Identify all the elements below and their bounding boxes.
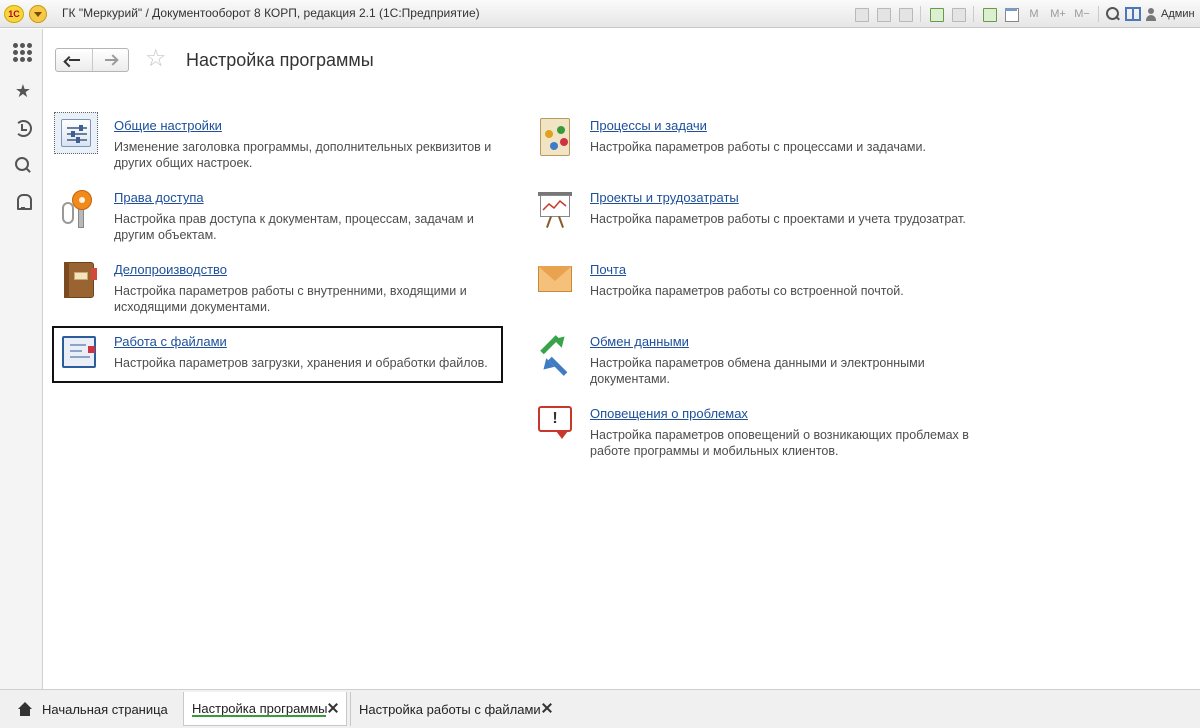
link-processes-tasks[interactable]: Процессы и задачи — [590, 118, 707, 133]
description-records-management: Настройка параметров работы с внутренним… — [114, 284, 467, 314]
link-data-exchange[interactable]: Обмен данными — [590, 334, 689, 349]
back-arrow-icon[interactable] — [56, 49, 92, 71]
add-to-favorites-star-icon[interactable]: ☆ — [145, 45, 167, 73]
process-icon[interactable] — [536, 118, 574, 158]
description-mail: Настройка параметров работы со встроенно… — [590, 284, 904, 298]
section-records-management: Делопроизводство Настройка параметров ра… — [60, 262, 520, 322]
user-name[interactable]: Админ — [1161, 8, 1195, 20]
memory-minus-button[interactable]: M− — [1072, 8, 1092, 20]
open-windows-tabbar: Начальная страница Настройка программы Н… — [0, 689, 1200, 728]
link-records-management[interactable]: Делопроизводство — [114, 262, 227, 277]
description-access-rights: Настройка прав доступа к документам, про… — [114, 212, 474, 242]
title-bar: 1С ГК "Меркурий" / Документооборот 8 КОР… — [0, 0, 1200, 28]
section-mail: Почта Настройка параметров работы со вст… — [536, 262, 1006, 322]
left-rail: ★ — [0, 29, 43, 689]
section-file-handling: Работа с файлами Настройка параметров за… — [60, 334, 520, 394]
tab-home-page[interactable]: Начальная страница — [6, 692, 179, 726]
tab-label: Настройка работы с файлами — [359, 701, 541, 717]
scan-icon[interactable] — [949, 6, 967, 22]
link-mail[interactable]: Почта — [590, 262, 626, 277]
calculator-icon[interactable] — [980, 6, 998, 22]
description-data-exchange: Настройка параметров обмена данными и эл… — [590, 356, 925, 386]
user-icon[interactable] — [1145, 7, 1157, 21]
main-menu-button[interactable] — [29, 5, 47, 23]
link-general-settings[interactable]: Общие настройки — [114, 118, 222, 133]
section-problem-alerts: ! Оповещения о проблемах Настройка парам… — [536, 406, 1006, 466]
navigation-buttons — [55, 48, 129, 72]
description-processes-tasks: Настройка параметров работы с процессами… — [590, 140, 926, 154]
calendar-icon[interactable] — [1002, 6, 1020, 22]
description-general-settings: Изменение заголовка программы, дополните… — [114, 140, 492, 170]
upload-icon[interactable] — [927, 6, 945, 22]
section-access-rights: Права доступа Настройка прав доступа к д… — [60, 190, 520, 250]
memory-button[interactable]: M — [1024, 8, 1044, 20]
link-projects-labor[interactable]: Проекты и трудозатраты — [590, 190, 739, 205]
link-access-rights[interactable]: Права доступа — [114, 190, 204, 205]
title-toolbar: M M+ M− Админ — [852, 5, 1195, 23]
description-problem-alerts: Настройка параметров оповещений о возник… — [590, 428, 969, 458]
page-title: Настройка программы — [186, 50, 374, 70]
tab-label: Начальная страница — [42, 701, 168, 717]
settings-sliders-icon[interactable] — [54, 112, 98, 154]
apps-grid-icon[interactable] — [13, 43, 33, 63]
toolbar-separator — [920, 6, 921, 22]
close-icon[interactable] — [542, 703, 552, 713]
alert-bubble-icon[interactable]: ! — [536, 406, 574, 446]
save-icon[interactable] — [852, 6, 870, 22]
section-projects-labor: Проекты и трудозатраты Настройка парамет… — [536, 190, 1006, 250]
tab-label: Настройка программы — [192, 701, 328, 716]
section-general-settings: Общие настройки Изменение заголовка прог… — [54, 112, 520, 178]
home-icon — [18, 702, 32, 716]
close-icon[interactable] — [328, 703, 338, 713]
tab-program-settings[interactable]: Настройка программы — [183, 692, 347, 726]
print-icon[interactable] — [874, 6, 892, 22]
history-icon[interactable] — [13, 118, 33, 138]
link-file-handling[interactable]: Работа с файлами — [114, 334, 227, 349]
app-logo-icon: 1С — [4, 5, 24, 23]
favorites-star-icon[interactable]: ★ — [13, 81, 33, 101]
section-data-exchange: Обмен данными Настройка параметров обмен… — [536, 332, 1006, 394]
main-content: ☆ Настройка программы Общие настройки Из… — [44, 29, 1200, 689]
window-title: ГК "Меркурий" / Документооборот 8 КОРП, … — [62, 6, 480, 20]
key-icon[interactable] — [60, 190, 98, 230]
panels-icon[interactable] — [1125, 7, 1141, 21]
search-icon[interactable] — [13, 155, 33, 175]
description-file-handling: Настройка параметров загрузки, хранения … — [114, 356, 488, 370]
book-icon[interactable] — [60, 262, 98, 302]
file-window-icon[interactable] — [60, 334, 98, 374]
preview-icon[interactable] — [896, 6, 914, 22]
envelope-icon[interactable] — [536, 262, 574, 302]
presentation-board-icon[interactable] — [536, 190, 574, 230]
section-processes-tasks: Процессы и задачи Настройка параметров р… — [536, 118, 1006, 178]
tab-file-settings[interactable]: Настройка работы с файлами — [350, 692, 560, 726]
toolbar-separator — [1098, 6, 1099, 22]
toolbar-separator — [973, 6, 974, 22]
notifications-bell-icon[interactable] — [13, 192, 33, 212]
description-projects-labor: Настройка параметров работы с проектами … — [590, 212, 966, 226]
exchange-arrows-icon[interactable] — [536, 332, 574, 376]
link-problem-alerts[interactable]: Оповещения о проблемах — [590, 406, 748, 421]
active-tab-underline — [192, 715, 326, 717]
zoom-icon[interactable] — [1105, 6, 1121, 22]
memory-plus-button[interactable]: M+ — [1048, 8, 1068, 20]
forward-arrow-icon[interactable] — [91, 49, 128, 71]
